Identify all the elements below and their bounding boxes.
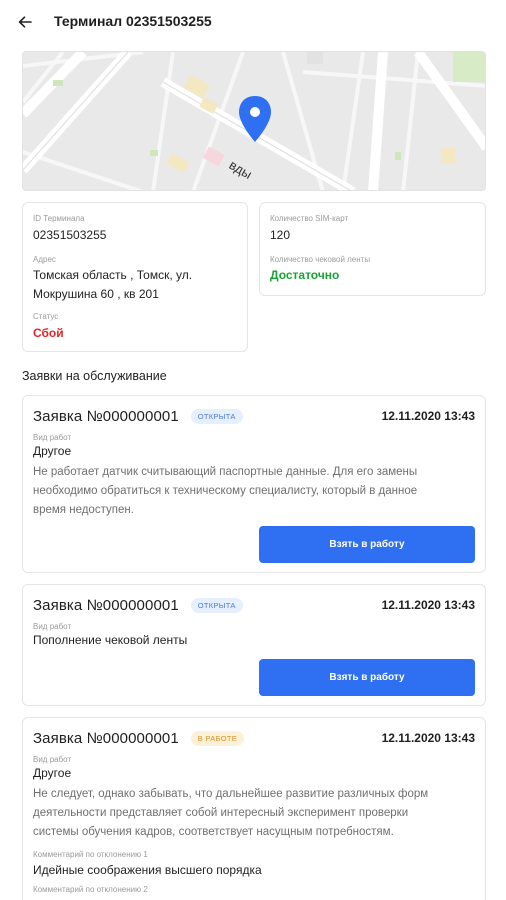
tape-count-label: Количество чековой ленты: [270, 255, 371, 264]
take-to-work-button[interactable]: Взять в работу: [259, 659, 475, 696]
request-card: Заявка №000000001 открыта 12.11.2020 13:…: [22, 584, 486, 706]
work-type-value: Пополнение чековой ленты: [33, 633, 188, 647]
request-body: Вид работ Пополнение чековой ленты: [33, 622, 475, 649]
requests-section-title: Заявки на обслуживание: [22, 369, 167, 383]
work-type-label: Вид работ: [33, 433, 72, 442]
request-body: Вид работ Другое Не работает датчик счит…: [33, 433, 475, 520]
take-to-work-button[interactable]: Взять в работу: [259, 526, 475, 563]
terminal-map[interactable]: вды: [22, 51, 486, 191]
terminal-info-card: ID Терминала 02351503255 Адрес Томская о…: [22, 202, 248, 352]
status-label: Статус: [33, 312, 59, 321]
terminal-id-value: 02351503255: [33, 228, 107, 242]
request-body: Вид работ Другое Не следует, однако забы…: [33, 755, 475, 894]
request-title: Заявка №000000001: [33, 407, 179, 425]
sim-count-label: Количество SIM-карт: [270, 214, 349, 223]
request-header: Заявка №000000001 открыта 12.11.2020 13:…: [33, 406, 475, 426]
request-date: 12.11.2020 13:43: [381, 409, 475, 423]
work-type-label: Вид работ: [33, 755, 72, 764]
address-label: Адрес: [33, 255, 56, 264]
rejection-comment-2-label: Комментарий по отклонению 2: [33, 885, 148, 894]
tape-status-value: Достаточно: [270, 268, 340, 282]
request-description: Не следует, однако забывать, что дальней…: [33, 785, 475, 842]
request-card: Заявка №000000001 в работе 12.11.2020 13…: [22, 717, 486, 900]
status-badge: в работе: [190, 730, 245, 746]
description-line: необходимо обратиться к техническому спе…: [33, 485, 418, 497]
page-title: Терминал 02351503255: [54, 13, 212, 29]
address-line-1: Томская область , Томск, ул.: [33, 268, 193, 282]
description-line: Не работает датчик считывающий паспортны…: [33, 466, 418, 478]
sim-info-card: Количество SIM-карт 120 Количество чеков…: [259, 202, 486, 296]
request-title: Заявка №000000001: [33, 729, 179, 747]
request-date: 12.11.2020 13:43: [381, 731, 475, 745]
rejection-comment-1-value: Идейные соображения высшего порядка: [33, 863, 262, 877]
address-line-2: Мокрушина 60 , кв 201: [33, 287, 159, 301]
work-type-value: Другое: [33, 766, 72, 780]
arrow-left-icon: [18, 16, 32, 28]
status-badge: открыта: [190, 408, 243, 424]
request-header: Заявка №000000001 в работе 12.11.2020 13…: [33, 728, 475, 748]
description-line: деятельности представляет собой интересн…: [33, 807, 409, 819]
description-line: время недоступен.: [33, 504, 134, 516]
request-header: Заявка №000000001 открыта 12.11.2020 13:…: [33, 595, 475, 615]
sim-count-value: 120: [270, 228, 291, 242]
status-value: Сбой: [33, 326, 64, 340]
terminal-id-label: ID Терминала: [33, 214, 85, 223]
back-button[interactable]: [14, 11, 36, 33]
request-date: 12.11.2020 13:43: [381, 598, 475, 612]
request-description: Не работает датчик считывающий паспортны…: [33, 463, 475, 520]
work-type-value: Другое: [33, 444, 72, 458]
description-line: Не следует, однако забывать, что дальней…: [33, 788, 429, 800]
status-badge: открыта: [190, 597, 243, 613]
request-title: Заявка №000000001: [33, 596, 179, 614]
rejection-comment-1-label: Комментарий по отклонению 1: [33, 850, 148, 859]
description-line: системы обучения кадров, соответствует н…: [33, 826, 394, 838]
work-type-label: Вид работ: [33, 622, 72, 631]
top-app-bar: Терминал 02351503255: [0, 0, 506, 44]
request-card: Заявка №000000001 открыта 12.11.2020 13:…: [22, 395, 486, 573]
